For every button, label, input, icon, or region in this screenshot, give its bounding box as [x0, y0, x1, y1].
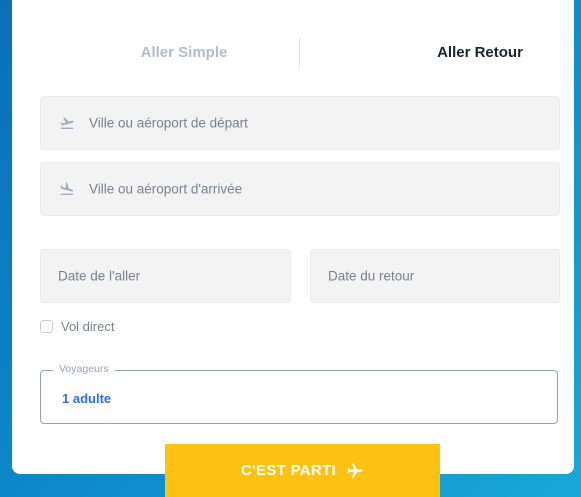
- tab-one-way[interactable]: Aller Simple: [84, 44, 284, 61]
- tab-round-trip[interactable]: Aller Retour: [380, 44, 580, 61]
- departure-placeholder: Ville ou aéroport de départ: [89, 115, 248, 131]
- return-date-placeholder: Date du retour: [328, 268, 415, 284]
- trip-type-tabs: Aller Simple Aller Retour: [12, 28, 574, 84]
- tab-divider: [299, 38, 300, 70]
- submit-label: C'EST PARTI: [241, 462, 336, 479]
- direct-flight-label: Vol direct: [61, 319, 115, 334]
- return-date-field[interactable]: Date du retour: [310, 249, 560, 303]
- plane-landing-icon: [60, 182, 74, 195]
- search-card: Aller Simple Aller Retour Ville ou aérop…: [12, 0, 574, 474]
- travellers-legend: Voyageurs: [53, 363, 115, 375]
- arrival-placeholder: Ville ou aéroport d'arrivée: [89, 181, 243, 197]
- travellers-value: 1 adulte: [62, 391, 112, 406]
- outbound-date-field[interactable]: Date de l'aller: [40, 249, 291, 303]
- plane-icon: [347, 463, 363, 478]
- plane-takeoff-icon: [60, 117, 74, 129]
- direct-flight-checkbox[interactable]: [40, 320, 53, 333]
- arrival-field[interactable]: Ville ou aéroport d'arrivée: [40, 162, 560, 216]
- outbound-date-placeholder: Date de l'aller: [58, 268, 141, 284]
- travellers-field[interactable]: Voyageurs 1 adulte: [40, 363, 558, 424]
- search-submit-button[interactable]: C'EST PARTI: [165, 444, 440, 497]
- departure-field[interactable]: Ville ou aéroport de départ: [40, 96, 560, 150]
